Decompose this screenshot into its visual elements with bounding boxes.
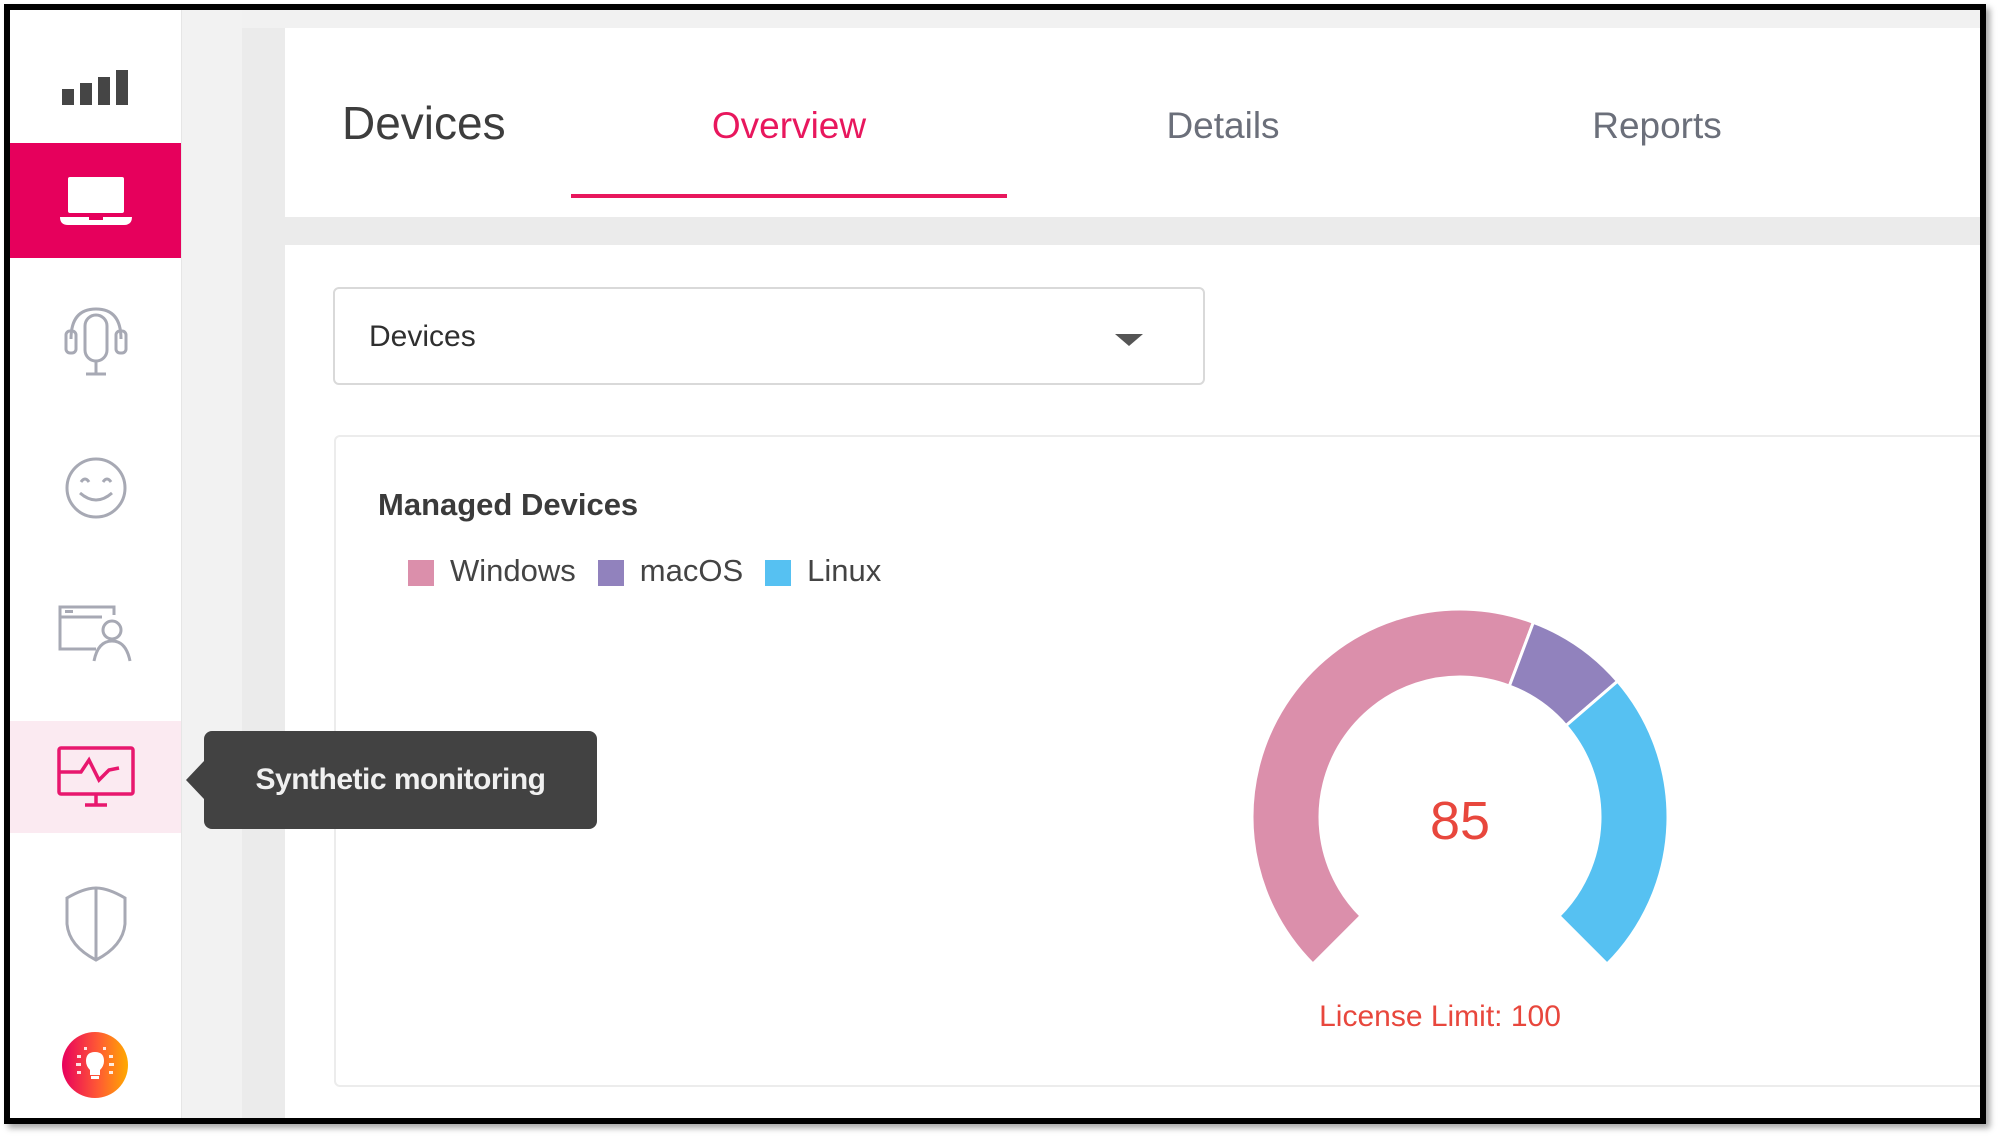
sidebar-item-devices[interactable] [10, 143, 181, 258]
page-title: Devices [342, 97, 506, 149]
monitor-pulse-icon [56, 746, 135, 807]
device-type-dropdown[interactable]: Devices [333, 287, 1205, 385]
license-limit-label: License Limit: 100 [1319, 1000, 1561, 1033]
tab-reports[interactable]: Reports [1592, 107, 1722, 144]
left-gutter-inner [242, 28, 285, 1118]
tab-details[interactable]: Details [1166, 107, 1279, 144]
gauge-segment-linux[interactable] [1556, 679, 1670, 967]
tooltip-text: Synthetic monitoring [255, 763, 547, 796]
active-tab-indicator [571, 194, 1007, 198]
sidebar-item-users[interactable] [10, 576, 181, 691]
sidebar-item-support[interactable] [10, 285, 181, 400]
laptop-icon [59, 176, 132, 225]
lightbulb-icon [76, 1047, 114, 1079]
sidebar-tooltip: Synthetic monitoring [186, 731, 597, 829]
shield-icon [65, 885, 126, 962]
sidebar-item-insights[interactable] [62, 1032, 128, 1098]
sidebar-item-experience[interactable] [10, 430, 181, 545]
left-gutter [182, 10, 242, 1118]
main-content: Devices Managed Devices Windows macOS Li… [285, 245, 1980, 1118]
app-window: Devices Overview Details Reports Devices… [4, 4, 1986, 1124]
headset-icon [64, 306, 127, 375]
smiley-icon [65, 457, 126, 518]
gauge-total-value: 85 [1429, 791, 1491, 851]
header-divider [285, 217, 1980, 245]
sidebar-item-security[interactable] [10, 866, 181, 981]
page-header: Devices Overview Details Reports [285, 28, 1980, 217]
sidebar-item-synthetic-monitoring[interactable] [10, 721, 181, 833]
tab-overview[interactable]: Overview [712, 107, 866, 144]
gauge-segment-windows[interactable] [1250, 607, 1536, 967]
user-card-icon [58, 605, 131, 661]
signal-bars-icon [61, 70, 128, 105]
dropdown-selected-value: Devices [369, 320, 476, 353]
chevron-down-icon [1115, 334, 1143, 346]
sidebar [10, 10, 182, 1118]
sidebar-item-signal[interactable] [10, 32, 181, 142]
